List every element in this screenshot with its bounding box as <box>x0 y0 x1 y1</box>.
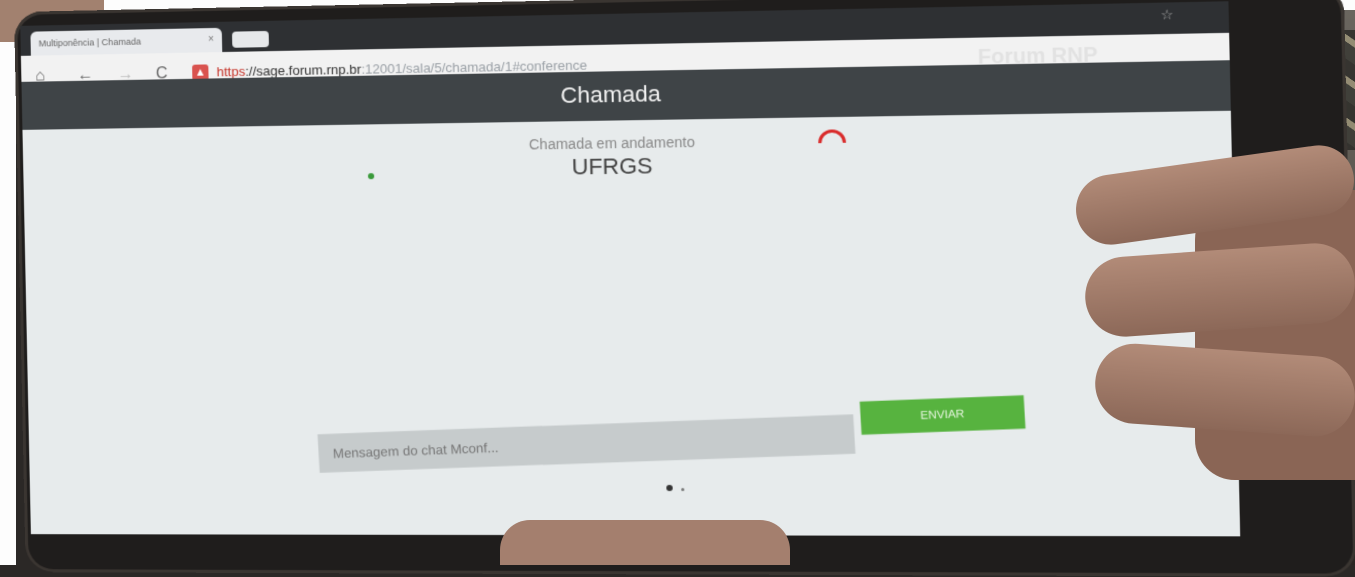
brand-logo: Forum RNP <box>977 43 1098 69</box>
tab-title: Multiponência | Chamada <box>38 36 142 49</box>
browser-tab[interactable]: Multiponência | Chamada × <box>30 27 223 56</box>
online-status-icon <box>367 173 375 180</box>
page-title: Chamada <box>560 80 662 109</box>
hand <box>1055 140 1355 480</box>
thumb <box>500 520 790 565</box>
star-icon[interactable]: ☆ <box>1161 6 1185 23</box>
send-button[interactable]: ENVIAR <box>859 395 1026 435</box>
page-dot-active[interactable] <box>666 484 673 492</box>
chat-message-input[interactable] <box>317 414 856 473</box>
photo-background-left <box>0 0 16 565</box>
page-indicator <box>666 478 693 497</box>
page-dot[interactable] <box>681 487 685 492</box>
hand-palm <box>1195 190 1355 480</box>
finger <box>1092 341 1355 439</box>
close-tab-icon[interactable]: × <box>208 28 214 52</box>
new-tab-button[interactable] <box>231 30 269 48</box>
